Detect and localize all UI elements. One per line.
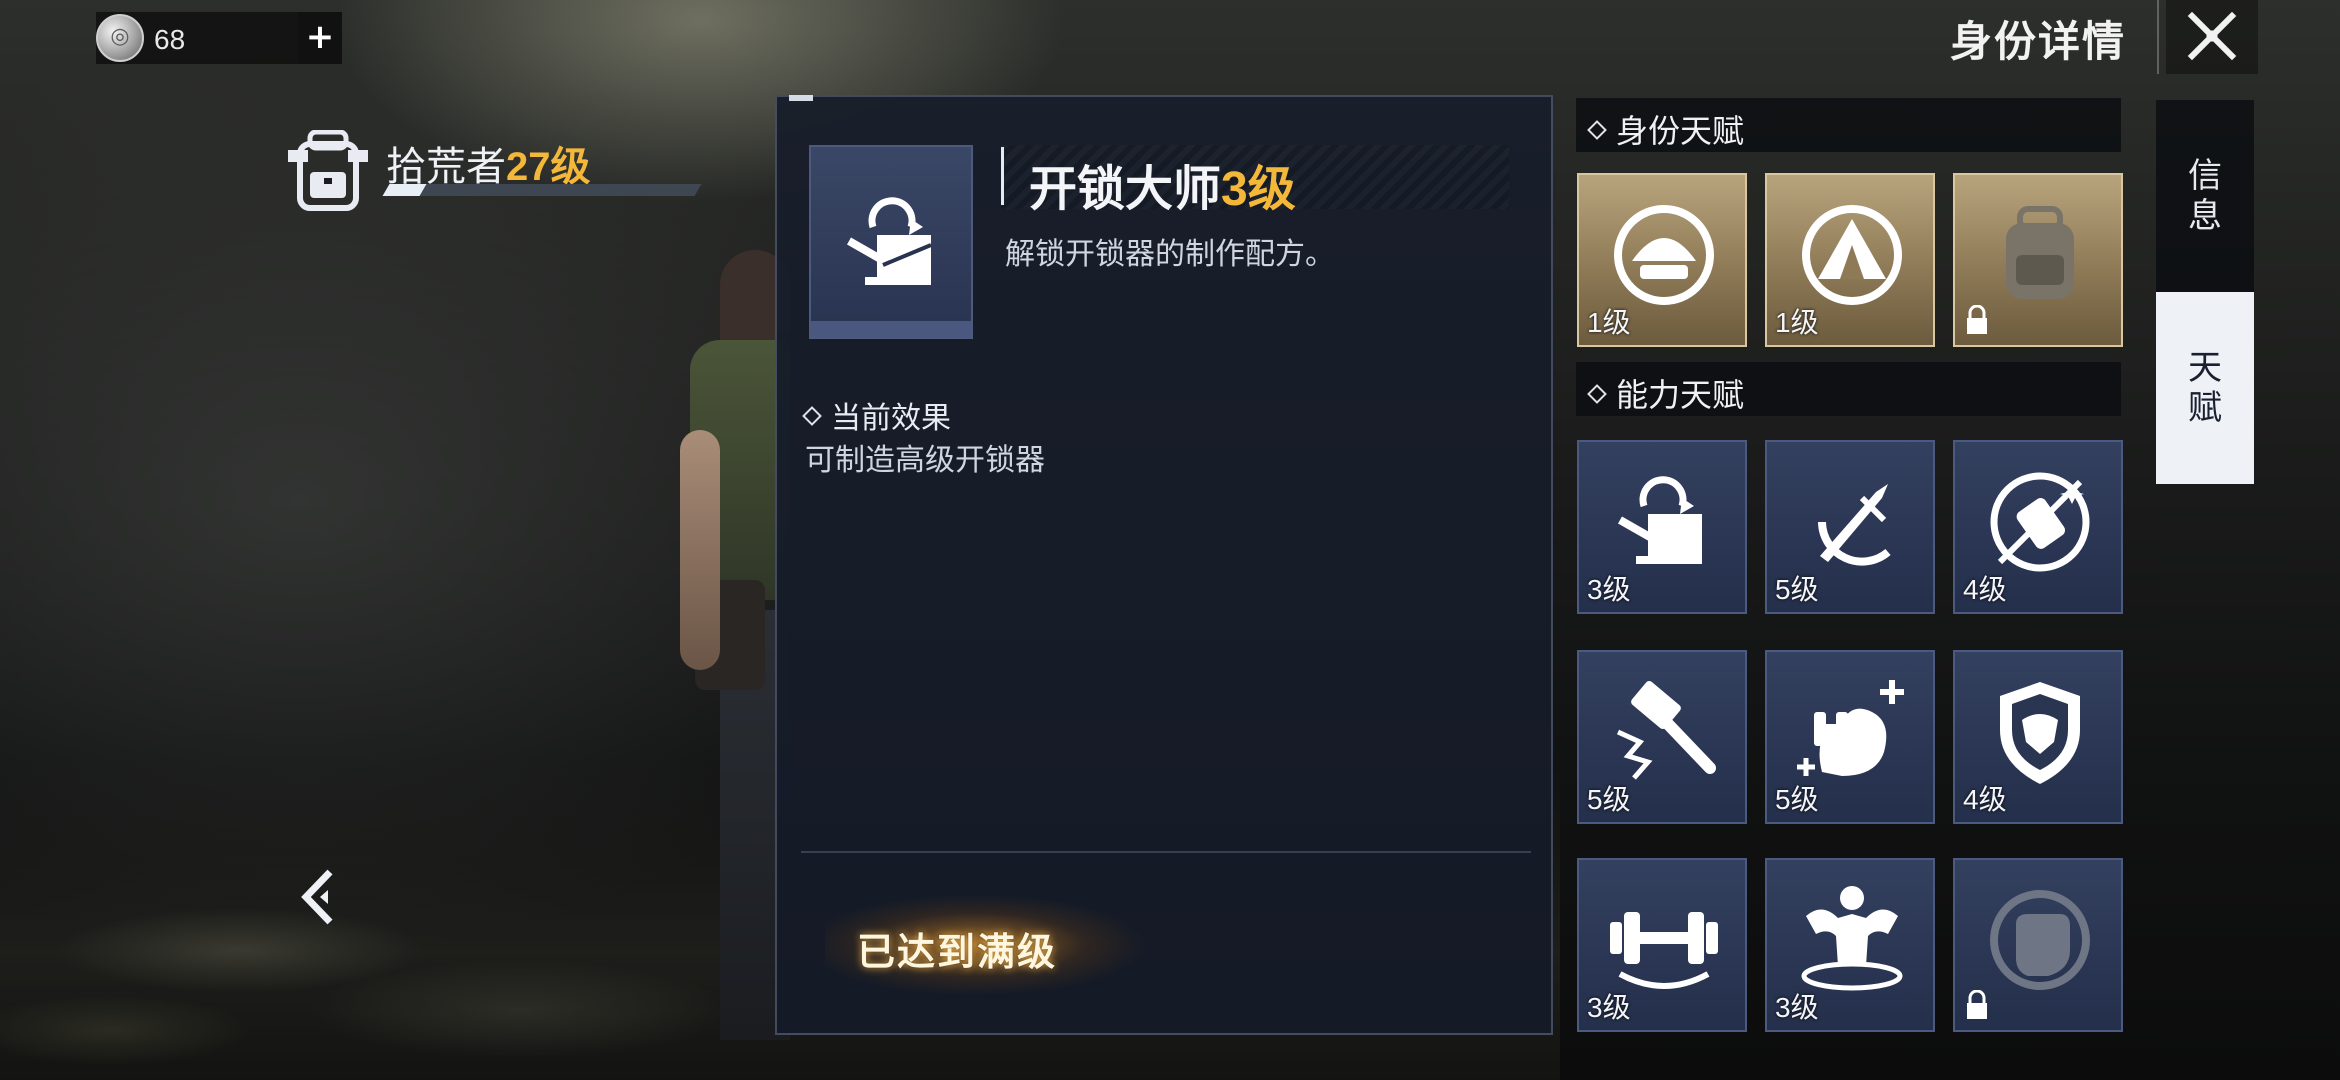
title-divider xyxy=(2157,0,2159,74)
identity-level: 27级 xyxy=(506,145,591,189)
ability-talent-tile[interactable]: 5级 xyxy=(1765,440,1935,614)
ability-talent-tile[interactable]: 3级 xyxy=(1577,440,1747,614)
dumbbell-icon xyxy=(1610,912,1718,989)
backpack-icon xyxy=(2006,206,2074,299)
diamond-icon xyxy=(1587,383,1607,404)
skill-icon-box xyxy=(809,145,973,339)
ability-talent-tile[interactable]: 5级 xyxy=(1577,650,1747,824)
identity-talents-header: 身份天赋 xyxy=(1576,98,2121,152)
tab-talent[interactable]: 天赋 xyxy=(2156,292,2254,484)
current-effect-heading: 当前效果 xyxy=(802,393,951,437)
lock-icon xyxy=(1967,305,1987,334)
close-icon xyxy=(2187,11,2237,61)
current-effect-text: 可制造高级开锁器 xyxy=(805,444,1045,477)
close-button[interactable] xyxy=(2166,0,2258,74)
skill-description: 解锁开锁器的制作配方。 xyxy=(1005,238,1335,271)
lockpick-icon xyxy=(1618,476,1702,564)
shield-icon xyxy=(2000,682,2080,784)
back-arrow-icon[interactable] xyxy=(300,868,344,926)
backpack-icon xyxy=(288,130,368,211)
identity-talent-tile-locked[interactable] xyxy=(1953,173,2123,347)
hammer-icon xyxy=(1616,681,1716,780)
skill-level: 3级 xyxy=(1221,163,1296,216)
identity-talent-tile[interactable]: 1级 xyxy=(1577,173,1747,347)
tab-info[interactable]: 信息 xyxy=(2156,100,2254,292)
tent-ring-icon xyxy=(1802,205,1902,305)
coin-icon: ◎ xyxy=(96,14,144,62)
currency-amount: 68 xyxy=(154,24,186,55)
bodybuilder-icon xyxy=(1801,886,1903,991)
diamond-icon xyxy=(1587,119,1607,140)
ability-talent-tile[interactable]: 3级 xyxy=(1577,858,1747,1032)
xp-progress-bar xyxy=(382,184,702,196)
character-model xyxy=(680,250,790,1040)
ability-talent-tile-locked[interactable] xyxy=(1953,858,2123,1032)
ability-talent-tile[interactable]: 4级 xyxy=(1953,440,2123,614)
ability-talent-tile[interactable]: 5级 xyxy=(1765,650,1935,824)
ability-talent-tile[interactable]: 3级 xyxy=(1765,858,1935,1032)
diamond-icon xyxy=(802,406,822,426)
ability-talent-tile[interactable]: 4级 xyxy=(1953,650,2123,824)
ability-talents-header: 能力天赋 xyxy=(1576,362,2121,416)
muscle-dumbbell-icon xyxy=(1797,680,1904,776)
fist-icon xyxy=(1990,890,2090,990)
page-title: 身份详情 xyxy=(1950,18,2127,65)
max-level-button[interactable]: 已达到满级 xyxy=(825,891,1145,999)
lockpick-icon xyxy=(847,197,932,285)
talent-detail-panel: 开锁大师3级 解锁开锁器的制作配方。 当前效果 可制造高级开锁器 已达到满级 xyxy=(775,95,1553,1035)
currency-bar: ◎ 68 + xyxy=(96,12,342,64)
identity-talent-tile[interactable]: 1级 xyxy=(1765,173,1935,347)
skill-title: 开锁大师3级 xyxy=(1029,163,1296,216)
helmet-ring-icon xyxy=(1614,205,1714,305)
add-currency-button[interactable]: + xyxy=(298,12,342,64)
knife-icon xyxy=(1818,484,1891,566)
can-icon xyxy=(1990,472,2090,572)
lock-icon xyxy=(1967,990,1987,1019)
